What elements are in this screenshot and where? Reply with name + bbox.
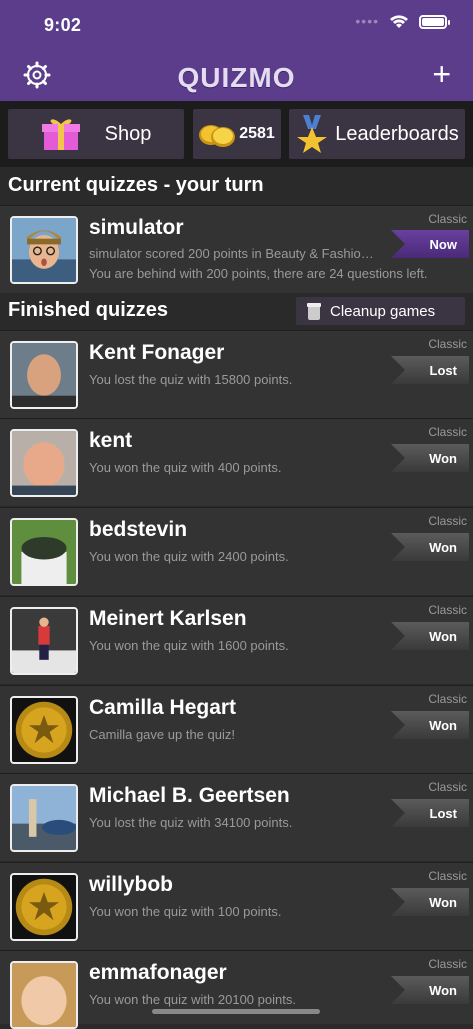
status-badge[interactable]: Lost: [391, 799, 469, 827]
avatar: [10, 216, 78, 284]
status-icons: ••••: [355, 13, 450, 30]
quiz-result: You won the quiz with 20100 points.: [89, 992, 296, 1007]
status-badge[interactable]: Won: [391, 711, 469, 739]
finished-quiz-row[interactable]: Meinert Karlsen Classic You won the quiz…: [0, 596, 473, 684]
trash-icon: [307, 303, 321, 320]
avatar: [10, 341, 78, 409]
quiz-type: Classic: [428, 957, 467, 971]
quiz-type: Classic: [428, 337, 467, 351]
player-name: Kent Fonager: [89, 341, 225, 364]
wifi-icon: [390, 15, 408, 28]
finished-quiz-row[interactable]: Kent Fonager Classic You lost the quiz w…: [0, 330, 473, 418]
player-name: Meinert Karlsen: [89, 607, 247, 630]
finished-quiz-row[interactable]: bedstevin Classic You won the quiz with …: [0, 507, 473, 595]
coins-icon: [199, 125, 236, 147]
top-bar: 9:02 •••• QUIZMO +: [0, 0, 473, 101]
avatar: [10, 784, 78, 852]
status-badge[interactable]: Won: [391, 622, 469, 650]
player-name: bedstevin: [89, 518, 188, 541]
avatar: [10, 696, 78, 764]
star-medal-icon: [297, 115, 328, 153]
avatar: [10, 961, 78, 1029]
status-badge[interactable]: Won: [391, 976, 469, 1004]
quiz-result: Camilla gave up the quiz!: [89, 727, 235, 742]
quiz-type: Classic: [428, 869, 467, 883]
quiz-result: You lost the quiz with 34100 points.: [89, 815, 293, 830]
avatar: [10, 607, 78, 675]
quiz-type: Classic: [428, 692, 467, 706]
quiz-type: Classic: [428, 425, 467, 439]
player-name: kent: [89, 429, 133, 452]
tab-bar: Shop 2581 Leaderboards: [0, 101, 473, 167]
quiz-type: Classic: [428, 514, 467, 528]
player-name: Michael B. Geertsen: [89, 784, 290, 807]
shop-label: Shop: [104, 122, 152, 145]
player-name: simulator: [89, 216, 184, 239]
finished-quiz-row[interactable]: Michael B. Geertsen Classic You lost the…: [0, 773, 473, 861]
app-logo: QUIZMO: [177, 62, 296, 93]
status-badge[interactable]: Lost: [391, 356, 469, 384]
leaderboards-button[interactable]: Leaderboards: [289, 109, 465, 159]
current-quizzes-heading: Current quizzes - your turn: [8, 174, 264, 196]
finished-quiz-row[interactable]: Camilla Hegart Classic Camilla gave up t…: [0, 685, 473, 773]
quiz-result: You lost the quiz with 15800 points.: [89, 372, 293, 387]
finished-quiz-row[interactable]: willybob Classic You won the quiz with 1…: [0, 862, 473, 950]
status-badge[interactable]: Won: [391, 888, 469, 916]
finished-quizzes-heading: Finished quizzes: [8, 299, 169, 321]
quiz-type: Classic: [428, 212, 467, 226]
finished-quiz-row[interactable]: kent Classic You won the quiz with 400 p…: [0, 418, 473, 506]
shop-button[interactable]: Shop: [8, 109, 184, 159]
avatar: [10, 429, 78, 497]
quiz-result: You won the quiz with 100 points.: [89, 904, 282, 919]
player-name: emmafonager: [89, 961, 227, 984]
signal-icon: ••••: [355, 13, 379, 29]
gift-icon: [41, 119, 80, 150]
quiz-result: You won the quiz with 400 points.: [89, 460, 282, 475]
avatar: [10, 873, 78, 941]
quiz-type: Classic: [428, 780, 467, 794]
status-badge[interactable]: Now: [391, 230, 469, 258]
player-name: Camilla Hegart: [89, 696, 237, 719]
avatar: [10, 518, 78, 586]
quiz-status-line: simulator scored 200 points in Beauty & …: [89, 246, 374, 261]
leaderboards-label: Leaderboards: [335, 122, 459, 145]
battery-icon: [419, 15, 450, 29]
quiz-result: You won the quiz with 2400 points.: [89, 549, 289, 564]
cleanup-label: Cleanup games: [330, 302, 436, 320]
status-badge[interactable]: Won: [391, 444, 469, 472]
add-quiz-button[interactable]: +: [432, 58, 451, 90]
quiz-type: Classic: [428, 603, 467, 617]
quiz-result: You won the quiz with 1600 points.: [89, 638, 289, 653]
status-time: 9:02: [44, 15, 82, 35]
current-quiz-row[interactable]: simulator Classic simulator scored 200 p…: [0, 205, 473, 293]
coin-count: 2581: [239, 125, 275, 142]
player-name: willybob: [89, 873, 173, 896]
quiz-progress-line: You are behind with 200 points, there ar…: [89, 266, 428, 281]
home-indicator[interactable]: [152, 1009, 320, 1014]
coins-button[interactable]: 2581: [193, 109, 281, 159]
status-badge[interactable]: Won: [391, 533, 469, 561]
cleanup-games-button[interactable]: Cleanup games: [296, 297, 465, 325]
